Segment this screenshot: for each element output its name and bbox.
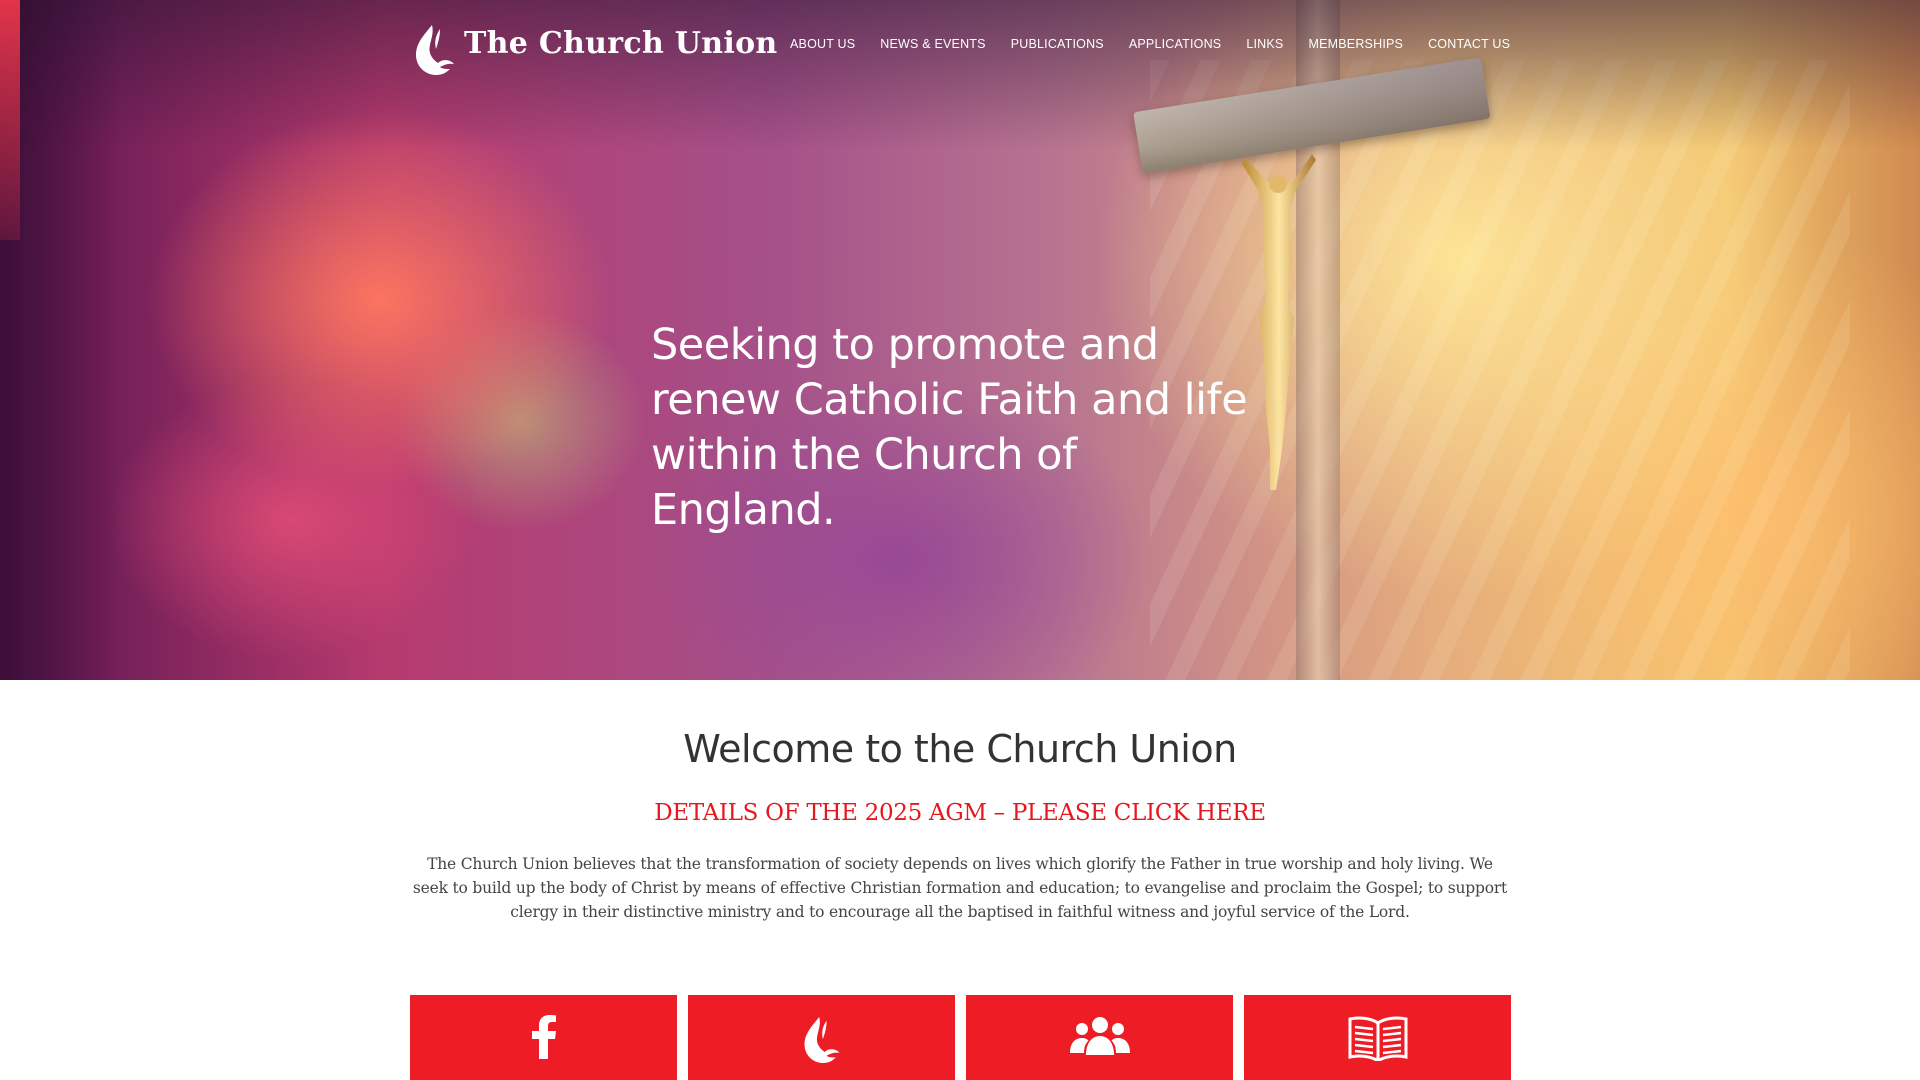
open-book-icon xyxy=(1348,1016,1407,1061)
church-union-tile[interactable] xyxy=(688,995,955,1080)
intro-paragraph: The Church Union believes that the trans… xyxy=(412,855,1508,921)
welcome-heading: Welcome to the Church Union xyxy=(683,727,1237,771)
hero-headline: Seeking to promote and renew Catholic Fa… xyxy=(651,318,1271,538)
publications-tile[interactable] xyxy=(1244,995,1511,1080)
facebook-tile[interactable] xyxy=(410,995,677,1080)
nav-item-links[interactable]: LINKS xyxy=(1246,36,1283,52)
site-logo-text: The Church Union xyxy=(464,25,778,61)
membership-tile[interactable] xyxy=(966,995,1233,1080)
hero-top-shade xyxy=(0,0,1920,150)
hero-red-edge xyxy=(0,0,20,240)
nav-item-about-us[interactable]: ABOUT US xyxy=(790,36,855,52)
nav-item-memberships[interactable]: MEMBERSHIPS xyxy=(1308,36,1403,52)
church-union-dove-icon xyxy=(416,25,454,75)
church-union-dove-icon xyxy=(804,1017,839,1063)
hero-headline-line-2: renew Catholic Faith and life xyxy=(651,375,1248,425)
nav-item-contact-us[interactable]: CONTACT US xyxy=(1428,36,1510,52)
feature-tiles xyxy=(410,995,1511,1080)
facebook-icon xyxy=(531,1015,556,1059)
hero-headline-line-3: within the Church of England. xyxy=(651,430,1077,535)
site-logo[interactable]: The Church Union xyxy=(410,22,778,78)
nav-item-applications[interactable]: APPLICATIONS xyxy=(1129,36,1221,52)
nav-item-news-events[interactable]: NEWS & EVENTS xyxy=(880,36,985,52)
nav-item-publications[interactable]: PUBLICATIONS xyxy=(1011,36,1104,52)
agm-details-link[interactable]: DETAILS OF THE 2025 AGM – PLEASE CLICK H… xyxy=(0,800,1920,826)
hero-headline-line-1: Seeking to promote and xyxy=(651,320,1159,370)
main-navigation: ABOUT US NEWS & EVENTS PUBLICATIONS APPL… xyxy=(790,36,1510,52)
group-icon xyxy=(1069,1017,1130,1055)
